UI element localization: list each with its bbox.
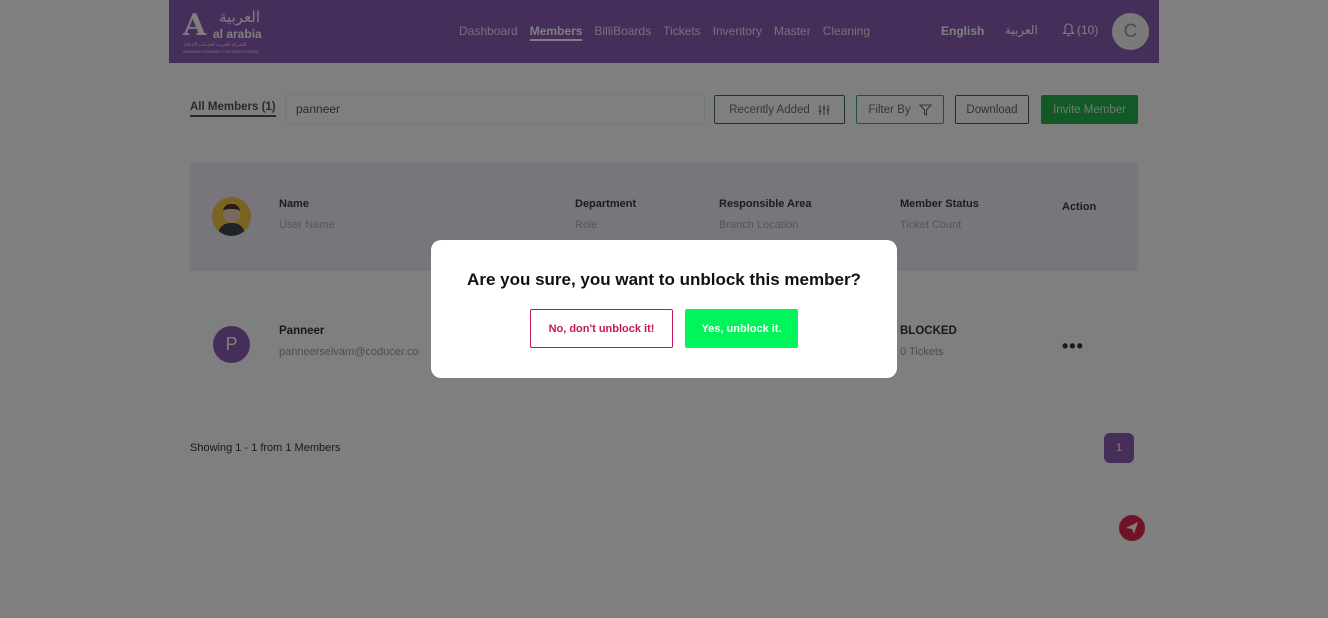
confirm-unblock-button[interactable]: Yes, unblock it.: [685, 309, 798, 348]
confirm-unblock-dialog: Are you sure, you want to unblock this m…: [431, 240, 897, 378]
cancel-unblock-button[interactable]: No, don't unblock it!: [530, 309, 673, 348]
dialog-title: Are you sure, you want to unblock this m…: [467, 270, 861, 289]
